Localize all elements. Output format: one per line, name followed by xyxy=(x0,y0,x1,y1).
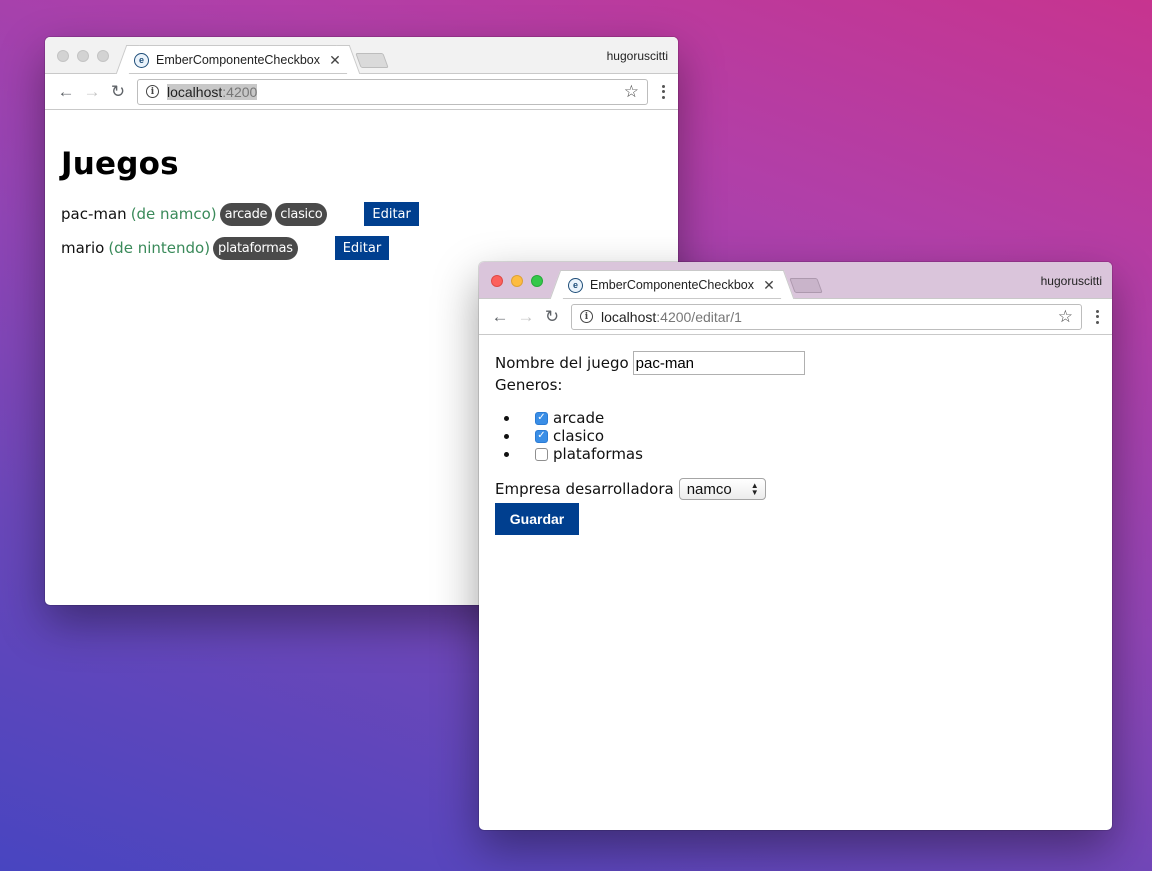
genre-label: arcade xyxy=(553,409,605,427)
info-icon[interactable]: i xyxy=(146,85,159,98)
profile-name[interactable]: hugoruscitti xyxy=(607,49,668,63)
genre-label: plataformas xyxy=(553,445,643,463)
genres-label: Generos: xyxy=(495,376,563,394)
genre-badge: clasico xyxy=(275,202,328,226)
select-arrows-icon: ▲ ▼ xyxy=(750,481,759,497)
minimize-window-button[interactable] xyxy=(77,50,89,62)
genre-checkbox-arcade[interactable]: ✓ xyxy=(535,411,548,425)
maximize-window-button[interactable] xyxy=(97,50,109,62)
company-label: Empresa desarrolladora xyxy=(495,480,674,498)
tab-strip: e EmberComponenteCheckbox ✕ hugoruscitti xyxy=(45,37,678,73)
kebab-menu-icon[interactable] xyxy=(1090,309,1104,324)
close-window-button[interactable] xyxy=(491,275,503,287)
arrow-right-icon[interactable]: → xyxy=(79,79,105,105)
info-icon[interactable]: i xyxy=(580,310,593,323)
new-tab-button[interactable] xyxy=(355,53,389,68)
new-tab-button[interactable] xyxy=(789,278,823,293)
genre-checkbox-clasico[interactable]: ✓ xyxy=(535,429,548,443)
genre-badge: arcade xyxy=(219,202,273,226)
company-field-row: Empresa desarrolladora namco ▲ ▼ xyxy=(495,477,1096,501)
browser-window-edit[interactable]: e EmberComponenteCheckbox ✕ hugoruscitti… xyxy=(479,262,1112,830)
game-company: (de namco) xyxy=(130,205,217,223)
star-icon[interactable]: ☆ xyxy=(624,82,639,102)
game-row: mario (de nintendo) plataformas Editar xyxy=(61,236,662,260)
genre-badge: plataformas xyxy=(213,236,298,260)
genre-checkbox-plataformas[interactable] xyxy=(535,447,548,461)
window-controls xyxy=(57,50,109,62)
close-window-button[interactable] xyxy=(57,50,69,62)
tab-ember-componente-checkbox[interactable]: e EmberComponenteCheckbox ✕ xyxy=(561,270,783,298)
address-bar[interactable]: i localhost:4200 ☆ xyxy=(137,78,648,105)
close-icon[interactable]: ✕ xyxy=(762,277,776,294)
close-icon[interactable]: ✕ xyxy=(328,52,342,69)
save-button[interactable]: Guardar xyxy=(495,503,579,535)
name-label: Nombre del juego xyxy=(495,354,629,372)
page-title: Juegos xyxy=(61,146,179,182)
page-content: Juegos pac-man (de namco) arcade clasico… xyxy=(45,110,678,260)
kebab-menu-icon[interactable] xyxy=(656,84,670,99)
profile-name[interactable]: hugoruscitti xyxy=(1041,274,1102,288)
url-text[interactable]: localhost:4200/editar/1 xyxy=(601,309,1058,325)
genre-list: ✓ arcade ✓ clasico plataformas xyxy=(504,409,1096,463)
arrow-right-icon[interactable]: → xyxy=(513,304,539,330)
genre-label: clasico xyxy=(553,427,605,445)
arrow-left-icon[interactable]: ← xyxy=(53,79,79,105)
tab-title: EmberComponenteCheckbox xyxy=(156,53,320,67)
star-icon[interactable]: ☆ xyxy=(1058,307,1073,327)
window-controls xyxy=(491,275,543,287)
reload-icon[interactable]: ↻ xyxy=(539,304,565,330)
tab-strip: e EmberComponenteCheckbox ✕ hugoruscitti xyxy=(479,262,1112,298)
ember-favicon-icon: e xyxy=(134,52,149,68)
list-item: ✓ clasico xyxy=(504,427,1096,445)
name-input[interactable]: pac-man xyxy=(632,351,805,375)
browser-toolbar: ← → ↻ i localhost:4200 ☆ xyxy=(45,73,678,110)
edit-form: Nombre del juego pac-man Generos: ✓ arca… xyxy=(479,335,1112,535)
reload-icon[interactable]: ↻ xyxy=(105,79,131,105)
arrow-left-icon[interactable]: ← xyxy=(487,304,513,330)
game-name: pac-man xyxy=(61,205,127,223)
list-item: ✓ arcade xyxy=(504,409,1096,427)
tab-title: EmberComponenteCheckbox xyxy=(590,278,754,292)
company-select[interactable]: namco ▲ ▼ xyxy=(678,478,766,500)
game-row: pac-man (de namco) arcade clasico Editar xyxy=(61,202,662,226)
edit-button[interactable]: Editar xyxy=(334,236,390,260)
company-selected-value: namco xyxy=(686,480,732,498)
ember-favicon-icon: e xyxy=(568,277,583,293)
game-name: mario xyxy=(61,239,105,257)
minimize-window-button[interactable] xyxy=(511,275,523,287)
address-bar[interactable]: i localhost:4200/editar/1 ☆ xyxy=(571,303,1082,330)
list-item: plataformas xyxy=(504,445,1096,463)
maximize-window-button[interactable] xyxy=(531,275,543,287)
game-company: (de nintendo) xyxy=(108,239,211,257)
edit-button[interactable]: Editar xyxy=(364,202,419,226)
browser-toolbar: ← → ↻ i localhost:4200/editar/1 ☆ xyxy=(479,298,1112,335)
url-text[interactable]: localhost:4200 xyxy=(167,83,624,100)
name-field-row: Nombre del juego pac-man xyxy=(495,351,1096,375)
tab-ember-componente-checkbox[interactable]: e EmberComponenteCheckbox ✕ xyxy=(127,45,349,73)
